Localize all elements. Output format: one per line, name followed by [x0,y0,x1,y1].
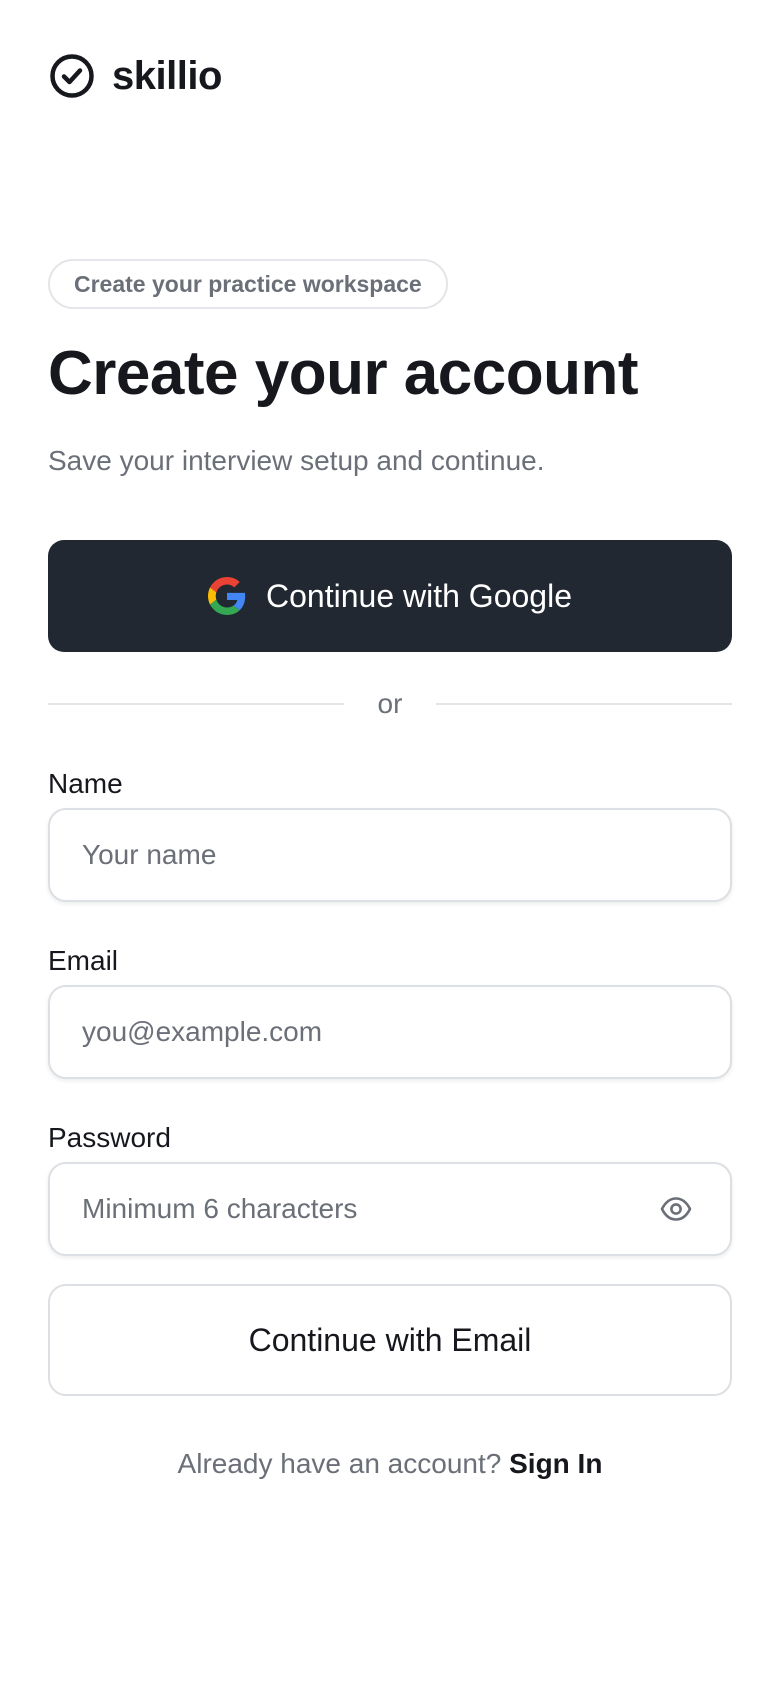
continue-with-google-label: Continue with Google [266,577,572,614]
brand-logo[interactable]: skillio [48,52,222,100]
page-subtitle: Save your interview setup and continue. [48,445,545,476]
email-field-container [48,985,732,1079]
page-title: Create your account [48,339,639,408]
eye-icon[interactable] [660,1196,692,1222]
workspace-badge: Create your practice workspace [48,259,448,309]
password-label: Password [48,1122,171,1153]
email-input[interactable] [50,987,730,1077]
signin-prompt-row: Already have an account? Sign In [0,1446,780,1482]
divider-line-left [48,703,344,705]
continue-with-email-button[interactable]: Continue with Email [48,1284,732,1396]
divider-line-right [436,703,732,705]
check-circle-icon [50,54,94,98]
password-input[interactable] [50,1164,730,1254]
password-field-container [48,1162,732,1256]
divider-text: or [377,688,403,719]
signin-prompt-text: Already have an account? [177,1448,502,1479]
sign-in-link[interactable]: Sign In [509,1448,602,1479]
continue-with-google-button[interactable]: Continue with Google [48,540,732,652]
google-icon [208,577,246,615]
email-label: Email [48,945,119,976]
name-field-container [48,808,732,902]
or-divider: or [48,684,732,724]
name-input[interactable] [50,810,730,900]
name-label: Name [48,768,123,799]
brand-name: skillio [112,54,222,98]
